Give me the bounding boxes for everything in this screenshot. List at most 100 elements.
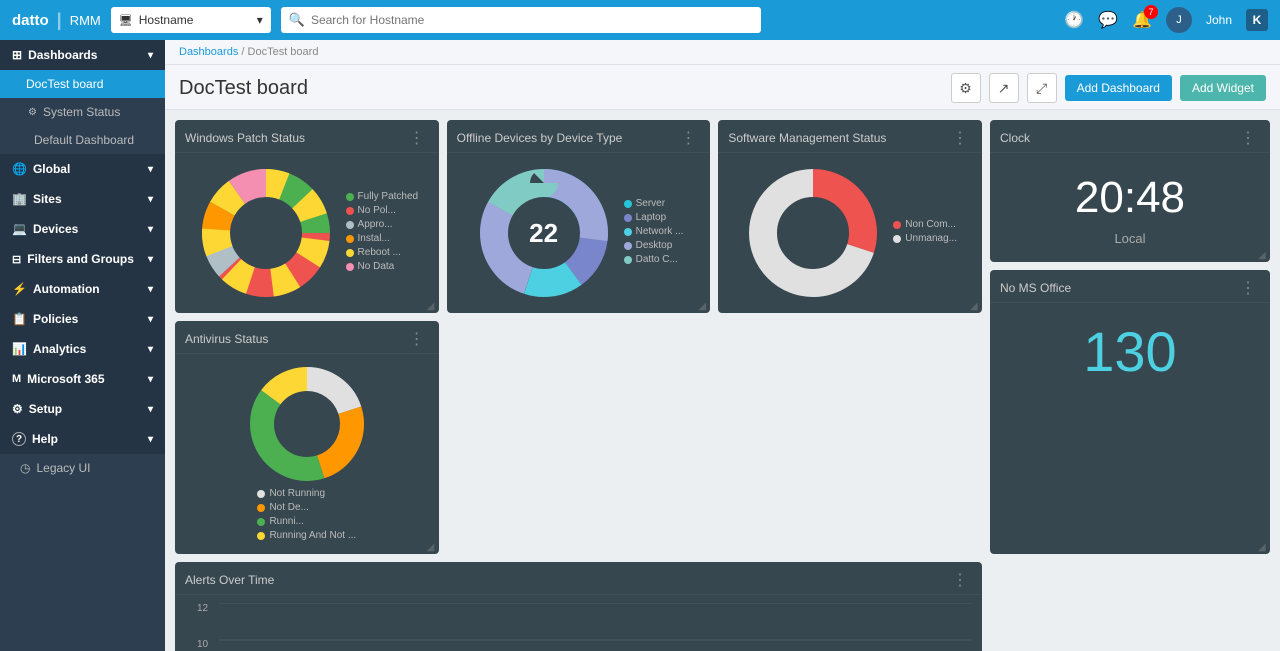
widget-title: Alerts Over Time (185, 573, 948, 587)
sidebar-item-legacy-ui[interactable]: ◷ Legacy UI (0, 454, 165, 482)
grid-icon: ⊞ (12, 48, 22, 62)
line-chart-svg (219, 603, 972, 651)
settings-button[interactable]: ⚙ (951, 73, 981, 103)
top-navigation: datto | RMM 🖥 Hostname ▾ 🔍 🕐 💬 🔔 7 J Joh… (0, 0, 1280, 40)
offline-devices-widget: Offline Devices by Device Type ⋮ (447, 120, 711, 313)
breadcrumb-parent[interactable]: Dashboards (179, 46, 238, 58)
sidebar-item-sites[interactable]: 🏢 Sites ▾ (0, 184, 165, 214)
widget-menu-icon[interactable]: ⋮ (948, 570, 972, 590)
clock-widget: Clock ⋮ 20:48 Local ◢ (990, 120, 1270, 262)
chevron-icon: ▾ (148, 194, 153, 205)
resize-handle[interactable]: ◢ (1258, 250, 1268, 260)
widget-menu-icon[interactable]: ⋮ (948, 128, 972, 148)
legend-item: Network ... (624, 226, 684, 237)
donut-chart (743, 163, 883, 303)
legend-item: Server (624, 198, 684, 209)
chart-legend: Server Laptop Network ... Desktop (624, 198, 684, 268)
nav-right: 🕐 💬 🔔 7 J John K (1064, 7, 1268, 33)
clock-timezone: Local (990, 231, 1270, 262)
resize-handle[interactable]: ◢ (427, 542, 437, 552)
resize-handle[interactable]: ◢ (1258, 542, 1268, 552)
notification-icon[interactable]: 🔔 7 (1132, 10, 1152, 30)
legend-item: Instal... (346, 233, 419, 244)
analytics-icon: 📊 (12, 342, 27, 356)
chevron-icon: ▾ (148, 164, 153, 175)
user-menu-icon[interactable]: K (1246, 9, 1268, 31)
widget-title: Windows Patch Status (185, 131, 405, 145)
sidebar: ⊞ Dashboards ▾ DocTest board ⚙ System St… (0, 40, 165, 651)
sidebar-item-dashboards[interactable]: ⊞ Dashboards ▾ (0, 40, 165, 70)
dashboard-grid: Windows Patch Status ⋮ (165, 110, 1280, 651)
breadcrumb: Dashboards / DocTest board (165, 40, 1280, 65)
widget-menu-icon[interactable]: ⋮ (1236, 128, 1260, 148)
chevron-icon: ▾ (148, 344, 153, 355)
legend-item: Appro... (346, 219, 419, 230)
chat-icon[interactable]: 💬 (1098, 10, 1118, 30)
resize-handle[interactable]: ◢ (970, 301, 980, 311)
sidebar-item-doctest-board[interactable]: DocTest board (0, 70, 165, 98)
widget-title: Antivirus Status (185, 332, 405, 346)
widget-header: Alerts Over Time ⋮ (175, 562, 982, 595)
legacy-icon: ◷ (20, 461, 30, 475)
resize-handle[interactable]: ◢ (698, 301, 708, 311)
donut-chart (196, 163, 336, 303)
sidebar-item-microsoft365[interactable]: M Microsoft 365 ▾ (0, 364, 165, 394)
widget-body: Not Running Not De... Runni... Runn (175, 354, 439, 554)
automation-icon: ⚡ (12, 282, 27, 296)
filter-icon: ⊟ (12, 253, 21, 266)
add-widget-button[interactable]: Add Widget (1180, 75, 1266, 101)
page-title: DocTest board (179, 77, 951, 100)
app-logo: datto | RMM (12, 10, 101, 31)
global-icon: 🌐 (12, 162, 27, 176)
user-name[interactable]: John (1206, 13, 1232, 27)
widget-menu-icon[interactable]: ⋮ (405, 128, 429, 148)
policies-icon: 📋 (12, 312, 27, 326)
chevron-icon: ▾ (148, 254, 153, 265)
sidebar-item-policies[interactable]: 📋 Policies ▾ (0, 304, 165, 334)
hostname-selector[interactable]: 🖥 Hostname ▾ (111, 7, 271, 33)
sidebar-item-automation[interactable]: ⚡ Automation ▾ (0, 274, 165, 304)
sidebar-item-analytics[interactable]: 📊 Analytics ▾ (0, 334, 165, 364)
sidebar-item-setup[interactable]: ⚙ Setup ▾ (0, 394, 165, 424)
share-button[interactable]: ↗ (989, 73, 1019, 103)
donut-center-value: 22 (529, 218, 558, 249)
search-input[interactable] (311, 13, 753, 27)
sidebar-item-default-dashboard[interactable]: Default Dashboard (0, 126, 165, 154)
setup-icon: ⚙ (12, 402, 23, 416)
widget-menu-icon[interactable]: ⋮ (1236, 278, 1260, 298)
legend-item: Desktop (624, 240, 684, 251)
alerts-over-time-widget: Alerts Over Time ⋮ Alerts 12 10 8 6 4 2 (175, 562, 982, 651)
help-icon: ? (12, 432, 26, 446)
widget-header: Offline Devices by Device Type ⋮ (447, 120, 711, 153)
widget-header: Antivirus Status ⋮ (175, 321, 439, 354)
widget-title: Clock (1000, 131, 1236, 145)
chevron-icon: ▾ (148, 50, 153, 61)
widget-header: Software Management Status ⋮ (718, 120, 982, 153)
add-dashboard-button[interactable]: Add Dashboard (1065, 75, 1172, 101)
sidebar-item-global[interactable]: 🌐 Global ▾ (0, 154, 165, 184)
main-content: Dashboards / DocTest board DocTest board… (165, 40, 1280, 651)
sidebar-item-devices[interactable]: 💻 Devices ▾ (0, 214, 165, 244)
chart-container: Alerts 12 10 8 6 4 2 (175, 595, 982, 651)
search-bar: 🔍 (281, 7, 761, 33)
history-icon[interactable]: 🕐 (1064, 10, 1084, 30)
legend-item: Runni... (257, 516, 356, 527)
sidebar-item-system-status[interactable]: ⚙ System Status (0, 98, 165, 126)
widget-title: No MS Office (1000, 281, 1236, 295)
chevron-icon: ▾ (148, 374, 153, 385)
widget-body: Non Com... Unmanag... (718, 153, 982, 313)
sidebar-item-help[interactable]: ? Help ▾ (0, 424, 165, 454)
widget-body: 22 Server Laptop (447, 153, 711, 313)
chevron-down-icon: ▾ (257, 13, 263, 27)
user-avatar: J (1166, 7, 1192, 33)
expand-button[interactable]: ⤢ (1027, 73, 1057, 103)
widget-menu-icon[interactable]: ⋮ (405, 329, 429, 349)
legend-item: Running And Not ... (257, 530, 356, 541)
sidebar-item-filters-groups[interactable]: ⊟ Filters and Groups ▾ (0, 244, 165, 274)
legend-item: Unmanag... (893, 233, 957, 244)
resize-handle[interactable]: ◢ (427, 301, 437, 311)
legend-item: Datto C... (624, 254, 684, 265)
donut-chart: 22 (474, 163, 614, 303)
widget-menu-icon[interactable]: ⋮ (676, 128, 700, 148)
chevron-icon: ▾ (148, 404, 153, 415)
